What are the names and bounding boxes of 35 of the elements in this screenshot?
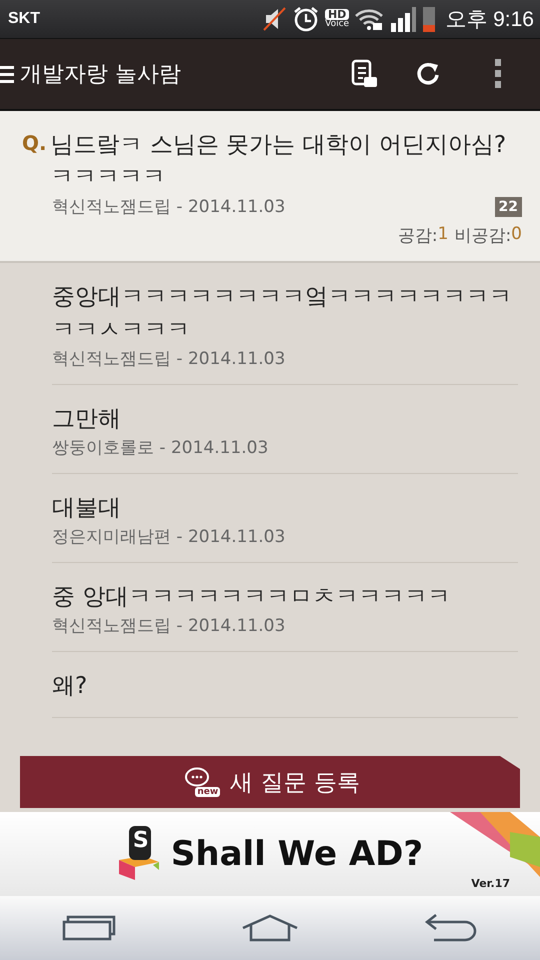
- dislikes-label: 비공감:: [454, 225, 512, 247]
- carrier-name: SKT: [8, 10, 40, 28]
- ad-slogan: Shall We AD?: [170, 834, 424, 874]
- ad-banner[interactable]: S Shall We AD? Ver.17: [0, 812, 540, 896]
- dislikes-count: 0: [511, 224, 522, 246]
- new-question-button[interactable]: new 새 질문 등록: [20, 756, 520, 808]
- likes-count: 1: [438, 224, 448, 246]
- menu-icon[interactable]: [0, 65, 14, 83]
- signal-icon: [389, 5, 418, 33]
- wifi-icon: [354, 7, 384, 31]
- answer-text: 그만해: [52, 405, 122, 434]
- answer-text: 왜?: [52, 672, 88, 701]
- ad-version: Ver.17: [471, 877, 510, 890]
- app-title: 개발자랑 놀사람: [20, 61, 181, 89]
- alarm-icon: [292, 5, 320, 33]
- question-marker: Q.: [22, 131, 47, 155]
- back-icon[interactable]: [424, 914, 478, 942]
- answer-count-badge: 22: [494, 196, 522, 216]
- answer-text: 중앙대ㅋㅋㅋㅋㅋㅋㅋㅋ엌ㅋㅋㅋㅋㅋㅋㅋㅋㅋㅋㅅㅋㅋㅋ: [52, 283, 513, 345]
- status-time: 오후 9:16: [445, 7, 534, 33]
- overflow-menu-icon[interactable]: [494, 58, 502, 90]
- battery-icon: [422, 5, 436, 33]
- answer-author-date: 정은지미래남편 - 2014.11.03: [52, 526, 286, 548]
- recent-apps-icon[interactable]: [62, 915, 116, 941]
- answer-text: 중 앙대ㅋㅋㅋㅋㅋㅋㅋㅁㅊㅋㅋㅋㅋㅋ: [52, 583, 452, 612]
- mute-icon: [260, 6, 287, 32]
- answer-author-date: 혁신적노잼드립 - 2014.11.03: [52, 348, 286, 370]
- question-title: 님드랔ㅋ 스님은 못가는 대학이 어딘지아심?ㅋㅋㅋㅋㅋ: [50, 131, 508, 192]
- question-author-date: 혁신적노잼드립 - 2014.11.03: [52, 196, 286, 218]
- answer-author-date: 쌍둥이호롤로 - 2014.11.03: [52, 437, 270, 459]
- answer-text: 대불대: [52, 494, 122, 523]
- document-icon[interactable]: [350, 59, 378, 89]
- likes-label: 공감:: [398, 225, 438, 247]
- answer-author-date: 혁신적노잼드립 - 2014.11.03: [52, 615, 286, 637]
- home-icon[interactable]: [240, 914, 299, 942]
